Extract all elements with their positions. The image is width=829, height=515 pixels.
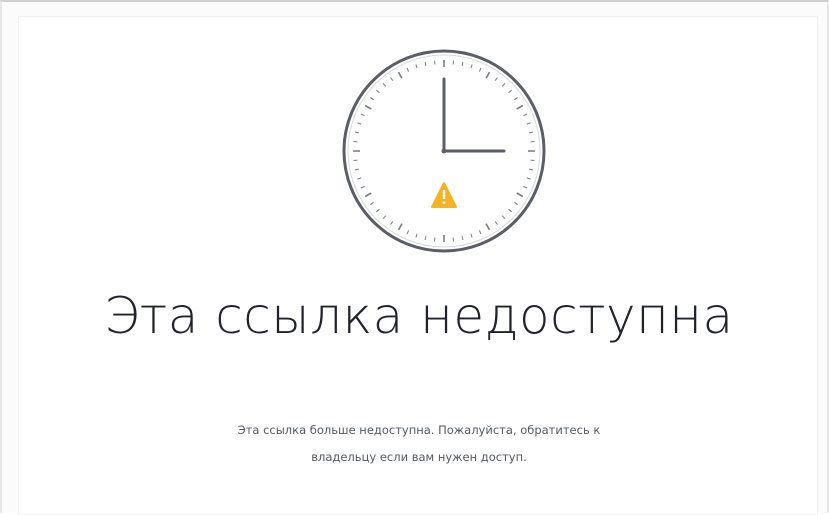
clock-center: [442, 149, 447, 154]
page-title: Эта ссылка недоступна: [19, 287, 819, 345]
error-message-line-1: Эта ссылка больше недоступна. Пожалуйста…: [159, 417, 679, 444]
clock-icon: [340, 47, 548, 255]
error-message-line-2: владельцу если вам нужен доступ.: [159, 444, 679, 471]
clock-illustration: [340, 47, 548, 255]
error-message: Эта ссылка больше недоступна. Пожалуйста…: [159, 417, 679, 471]
page-frame: Эта ссылка недоступна Эта ссылка больше …: [0, 0, 829, 513]
error-card: Эта ссылка недоступна Эта ссылка больше …: [18, 16, 818, 515]
